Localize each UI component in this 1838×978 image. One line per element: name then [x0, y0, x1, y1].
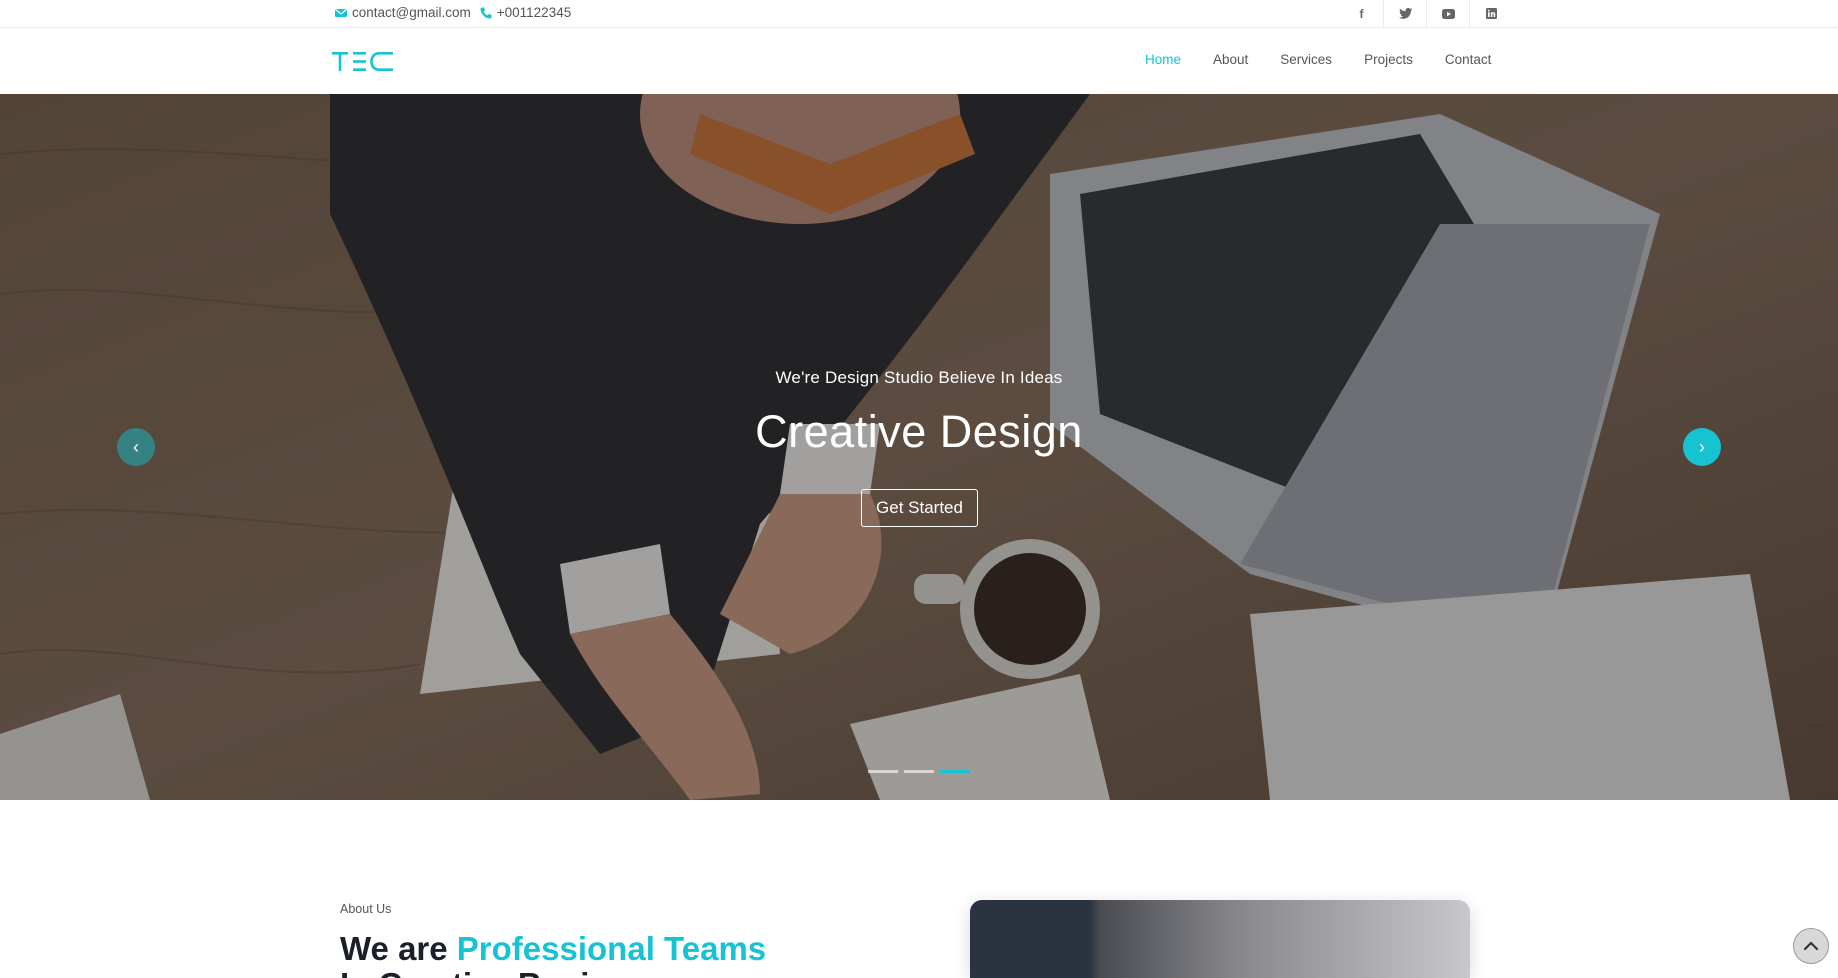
- phone-icon: [479, 6, 493, 20]
- scroll-to-top-button[interactable]: [1793, 928, 1829, 964]
- about-heading-highlight: Professional Teams: [456, 930, 767, 967]
- about-section-label: About Us: [340, 902, 392, 916]
- linkedin-icon[interactable]: [1469, 0, 1512, 27]
- slider-next-button[interactable]: ›: [1683, 428, 1721, 466]
- slider-indicators: [868, 770, 970, 773]
- get-started-button[interactable]: Get Started: [861, 489, 978, 527]
- main-nav: Home About Services Projects Contact: [1145, 52, 1491, 67]
- contact-info: contact@gmail.com +001122345: [334, 5, 571, 20]
- hero-title: Creative Design: [755, 406, 1083, 457]
- envelope-icon: [334, 6, 348, 20]
- facebook-icon[interactable]: f: [1340, 0, 1383, 27]
- slider-indicator-1[interactable]: [868, 770, 898, 773]
- top-bar: contact@gmail.com +001122345 f: [0, 0, 1838, 28]
- hero-slider: We're Design Studio Believe In Ideas Cre…: [0, 94, 1838, 800]
- email-link[interactable]: contact@gmail.com: [352, 5, 471, 20]
- slider-indicator-3[interactable]: [940, 770, 970, 773]
- about-heading-prefix: We are: [340, 930, 457, 967]
- nav-item-home[interactable]: Home: [1145, 52, 1181, 67]
- about-heading: We are Professional Teams: [340, 930, 766, 968]
- youtube-icon[interactable]: [1426, 0, 1469, 27]
- about-heading-line2: In Creative Business: [340, 966, 665, 978]
- slider-prev-button[interactable]: ‹: [117, 428, 155, 466]
- navbar: Home About Services Projects Contact: [0, 28, 1838, 94]
- slider-indicator-2[interactable]: [904, 770, 934, 773]
- about-image: [970, 900, 1470, 978]
- nav-item-projects[interactable]: Projects: [1364, 52, 1413, 67]
- nav-item-contact[interactable]: Contact: [1445, 52, 1492, 67]
- social-links: f: [1340, 0, 1512, 27]
- logo[interactable]: [331, 50, 395, 74]
- nav-item-about[interactable]: About: [1213, 52, 1248, 67]
- phone-link[interactable]: +001122345: [497, 5, 571, 20]
- nav-item-services[interactable]: Services: [1280, 52, 1332, 67]
- chevron-up-icon: [1803, 941, 1819, 951]
- hero-subtitle: We're Design Studio Believe In Ideas: [775, 368, 1063, 387]
- twitter-icon[interactable]: [1383, 0, 1426, 27]
- chevron-right-icon: ›: [1699, 436, 1705, 457]
- chevron-left-icon: ‹: [133, 436, 139, 457]
